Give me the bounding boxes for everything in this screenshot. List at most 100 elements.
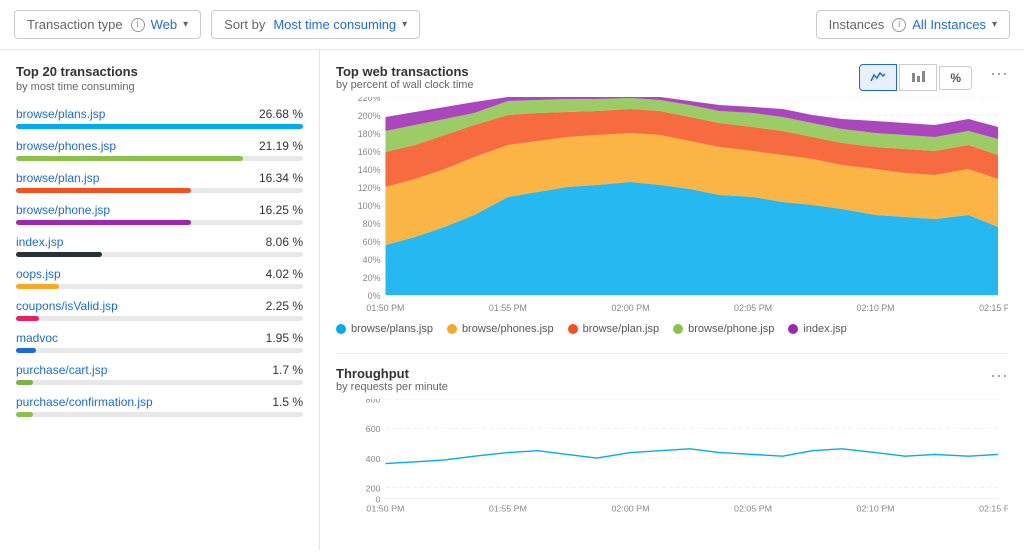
svg-text:400: 400 (366, 454, 381, 464)
transaction-name[interactable]: index.jsp (16, 235, 63, 249)
bar-chart-button[interactable] (899, 64, 937, 91)
chart-panel: Top web transactions by percent of wall … (320, 50, 1024, 550)
throughput-title: Throughput (336, 366, 982, 381)
svg-text:02:05 PM: 02:05 PM (734, 504, 772, 514)
legend-item: browse/phones.jsp (447, 323, 554, 335)
legend-label: browse/phone.jsp (688, 323, 774, 335)
transaction-name[interactable]: madvoc (16, 331, 58, 345)
bar-track (16, 220, 303, 225)
svg-text:01:50 PM: 01:50 PM (366, 303, 404, 313)
transaction-percent: 16.34 % (259, 171, 303, 185)
svg-text:02:10 PM: 02:10 PM (857, 504, 895, 514)
svg-text:100%: 100% (358, 201, 381, 211)
bar-track (16, 316, 303, 321)
legend-color (673, 324, 683, 334)
svg-text:180%: 180% (358, 129, 381, 139)
instances-value: All Instances (912, 17, 986, 32)
throughput-chart-container: 800 600 400 200 0 01:50 PM 01:55 PM 02:0… (336, 399, 1008, 519)
svg-text:160%: 160% (358, 147, 381, 157)
throughput-more-button[interactable]: ··· (982, 366, 1008, 384)
bar-fill (16, 124, 303, 129)
legend-color (568, 324, 578, 334)
more-options-button[interactable]: ··· (982, 64, 1008, 82)
transaction-type-dropdown[interactable]: Transaction type i Web ▾ (14, 10, 201, 39)
transaction-type-value: Web (151, 17, 178, 32)
chevron-down-icon: ▾ (992, 19, 997, 30)
svg-text:60%: 60% (363, 237, 381, 247)
transaction-name[interactable]: browse/phone.jsp (16, 203, 110, 217)
svg-text:02:05 PM: 02:05 PM (734, 303, 772, 313)
bar-fill (16, 188, 191, 193)
svg-text:220%: 220% (358, 97, 381, 103)
svg-text:80%: 80% (363, 219, 381, 229)
transaction-name[interactable]: browse/phones.jsp (16, 139, 116, 153)
throughput-subtitle: by requests per minute (336, 381, 982, 393)
list-item: index.jsp 8.06 % (16, 235, 303, 257)
legend-label: index.jsp (803, 323, 846, 335)
transaction-name[interactable]: coupons/isValid.jsp (16, 299, 118, 313)
legend-label: browse/plans.jsp (351, 323, 433, 335)
list-item: browse/plans.jsp 26.68 % (16, 107, 303, 129)
legend-item: browse/plans.jsp (336, 323, 433, 335)
list-item: madvoc 1.95 % (16, 331, 303, 353)
legend-item: browse/plan.jsp (568, 323, 659, 335)
throughput-section: Throughput by requests per minute ··· 80… (336, 353, 1008, 519)
area-chart-button[interactable] (859, 64, 897, 91)
sort-by-label: Sort by (224, 17, 265, 32)
chart-controls: % (859, 64, 972, 91)
bar-fill (16, 252, 102, 257)
transaction-list: browse/plans.jsp 26.68 % browse/phones.j… (16, 107, 303, 417)
legend-color (336, 324, 346, 334)
svg-text:0: 0 (376, 495, 381, 505)
sort-by-dropdown[interactable]: Sort by Most time consuming ▾ (211, 10, 420, 39)
legend-item: index.jsp (788, 323, 846, 335)
svg-text:120%: 120% (358, 183, 381, 193)
list-item: coupons/isValid.jsp 2.25 % (16, 299, 303, 321)
list-item: purchase/confirmation.jsp 1.5 % (16, 395, 303, 417)
transaction-name[interactable]: purchase/cart.jsp (16, 363, 107, 377)
bar-fill (16, 220, 191, 225)
list-item: oops.jsp 4.02 % (16, 267, 303, 289)
sort-by-value: Most time consuming (273, 17, 396, 32)
area-chart: 220% 200% 180% 160% 140% 120% 100% 80% 6… (336, 97, 1008, 317)
transaction-percent: 4.02 % (266, 267, 303, 281)
instances-dropdown[interactable]: Instances i All Instances ▾ (816, 10, 1010, 39)
svg-text:140%: 140% (358, 165, 381, 175)
svg-text:01:50 PM: 01:50 PM (366, 504, 404, 514)
legend-label: browse/plan.jsp (583, 323, 659, 335)
legend-color (788, 324, 798, 334)
list-item: browse/plan.jsp 16.34 % (16, 171, 303, 193)
transaction-percent: 21.19 % (259, 139, 303, 153)
legend-item: browse/phone.jsp (673, 323, 774, 335)
list-item: browse/phones.jsp 21.19 % (16, 139, 303, 161)
svg-text:0%: 0% (368, 291, 381, 301)
legend-label: browse/phones.jsp (462, 323, 554, 335)
percent-button[interactable]: % (939, 66, 972, 90)
svg-text:200%: 200% (358, 111, 381, 121)
top-chart-header: Top web transactions by percent of wall … (336, 64, 1008, 91)
bar-fill (16, 348, 36, 353)
bar-track (16, 188, 303, 193)
list-item: purchase/cart.jsp 1.7 % (16, 363, 303, 385)
bar-fill (16, 380, 33, 385)
area-icon (870, 69, 886, 83)
info-icon: i (131, 18, 145, 32)
main-content: Top 20 transactions by most time consumi… (0, 50, 1024, 550)
bar-fill (16, 412, 33, 417)
sidebar-title: Top 20 transactions (16, 64, 303, 79)
legend-color (447, 324, 457, 334)
bar-track (16, 380, 303, 385)
top-chart-subtitle: by percent of wall clock time (336, 79, 859, 91)
area-chart-container: 220% 200% 180% 160% 140% 120% 100% 80% 6… (336, 97, 1008, 317)
chart-legend: browse/plans.jsp browse/phones.jsp brows… (336, 323, 1008, 335)
transaction-name[interactable]: browse/plan.jsp (16, 171, 99, 185)
bar-track (16, 348, 303, 353)
bar-fill (16, 156, 243, 161)
transaction-name[interactable]: browse/plans.jsp (16, 107, 105, 121)
transaction-type-label: Transaction type (27, 17, 123, 32)
list-item: browse/phone.jsp 16.25 % (16, 203, 303, 225)
transaction-name[interactable]: oops.jsp (16, 267, 61, 281)
transaction-name[interactable]: purchase/confirmation.jsp (16, 395, 153, 409)
transaction-percent: 1.7 % (272, 363, 303, 377)
svg-text:02:10 PM: 02:10 PM (857, 303, 895, 313)
